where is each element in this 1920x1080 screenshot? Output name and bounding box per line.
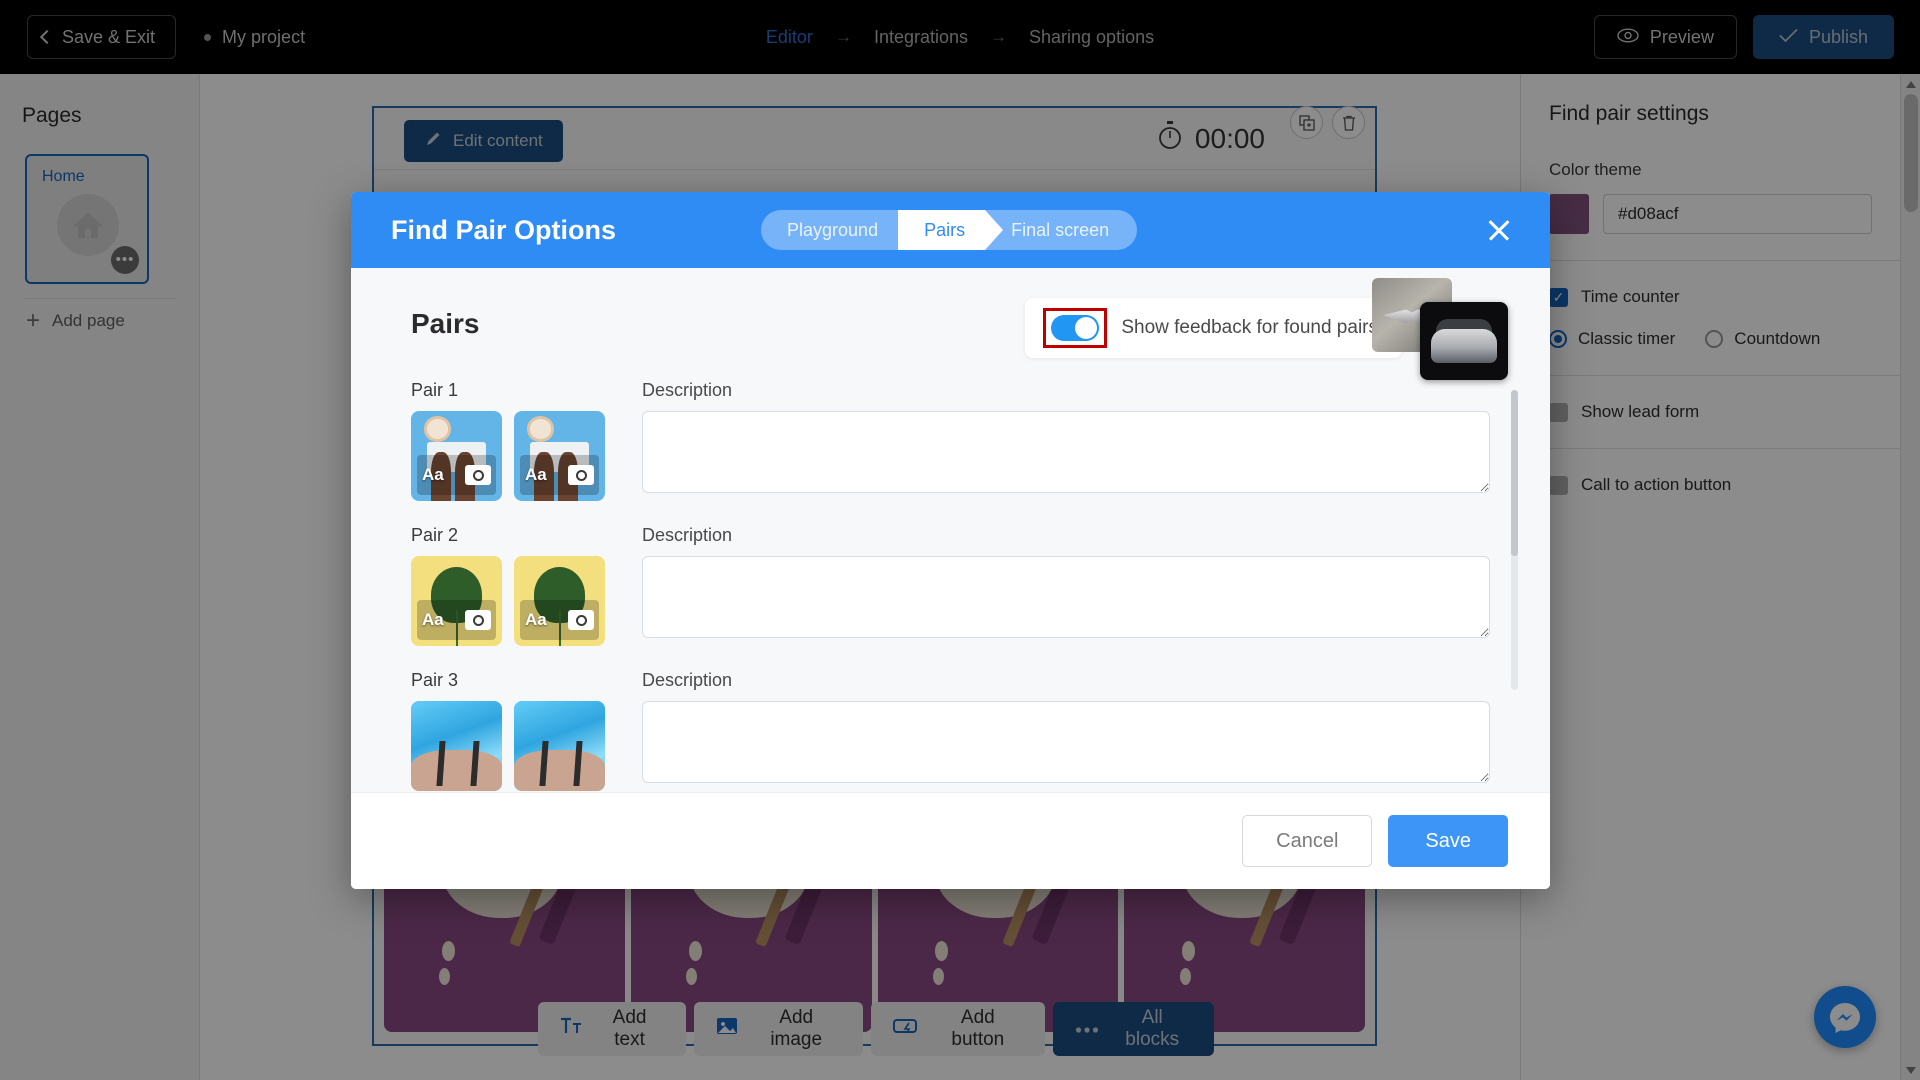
pairs-scrollbar-thumb[interactable] (1511, 390, 1518, 556)
pair-description-group: Description (642, 380, 1490, 501)
pairs-header: Pairs Show feedback for found pairs (351, 268, 1550, 380)
pair-label: Pair 1 (411, 380, 459, 400)
modal-step-final-screen[interactable]: Final screen (985, 210, 1138, 250)
text-badge[interactable]: Aa (525, 610, 547, 630)
pair-image-b[interactable]: Aa (514, 556, 605, 646)
pair-thumbs-group: Pair 3 (411, 670, 606, 791)
text-badge[interactable]: Aa (422, 610, 444, 630)
pair-thumbs-group: Pair 2 Aa Aa (411, 525, 606, 646)
pair-image-badges: Aa (520, 455, 599, 495)
modal-title: Find Pair Options (391, 214, 617, 245)
pair-description-group: Description (642, 525, 1490, 646)
pool-art (514, 701, 605, 791)
pair-image-badges: Aa (417, 455, 496, 495)
camera-icon[interactable] (568, 610, 594, 630)
modal-step-pairs[interactable]: Pairs (898, 210, 1004, 250)
toggle-knob (1075, 317, 1098, 339)
app-root: Save & Exit My project Editor → Integrat… (0, 0, 1920, 1080)
pair-images (411, 701, 606, 791)
show-feedback-toggle[interactable] (1051, 315, 1100, 341)
pair-image-a[interactable] (411, 701, 502, 791)
find-pair-options-modal: Find Pair Options Playground Pairs Final… (351, 192, 1550, 889)
pair-image-b[interactable] (514, 701, 605, 791)
text-badge[interactable]: Aa (422, 465, 444, 485)
feedback-toggle-group: Show feedback for found pairs (1025, 298, 1402, 358)
close-icon[interactable] (1484, 215, 1514, 245)
pairs-list: Pair 1 Aa Aa Description Pair 2 Aa Aa De… (351, 380, 1550, 792)
description-input[interactable] (642, 556, 1490, 638)
pair-images: Aa Aa (411, 556, 606, 646)
description-label: Description (642, 525, 733, 545)
modal-footer: Cancel Save (351, 792, 1550, 889)
modal-body: Pairs Show feedback for found pairs Pair… (351, 268, 1550, 792)
cancel-button[interactable]: Cancel (1242, 815, 1373, 867)
description-label: Description (642, 670, 733, 690)
pair-image-badges: Aa (520, 600, 599, 640)
modal-stepper: Playground Pairs Final screen (761, 210, 1138, 250)
pair-image-a[interactable]: Aa (411, 556, 502, 646)
pair-row: Pair 2 Aa Aa Description (411, 525, 1490, 646)
final-screen-thumbnails (1372, 278, 1522, 388)
pair-row: Pair 3 Description (411, 670, 1490, 791)
description-input[interactable] (642, 411, 1490, 493)
camera-icon[interactable] (465, 465, 491, 485)
pairs-section-title: Pairs (411, 308, 480, 339)
text-badge[interactable]: Aa (525, 465, 547, 485)
thumbnail-car[interactable] (1420, 302, 1508, 380)
pair-row: Pair 1 Aa Aa Description (411, 380, 1490, 501)
pair-image-a[interactable]: Aa (411, 411, 502, 501)
description-input[interactable] (642, 701, 1490, 783)
modal-step-playground[interactable]: Playground (761, 210, 917, 250)
pair-image-b[interactable]: Aa (514, 411, 605, 501)
camera-icon[interactable] (568, 465, 594, 485)
pair-thumbs-group: Pair 1 Aa Aa (411, 380, 606, 501)
pair-description-group: Description (642, 670, 1490, 791)
camera-icon[interactable] (465, 610, 491, 630)
pair-images: Aa Aa (411, 411, 606, 501)
modal-header: Find Pair Options Playground Pairs Final… (351, 192, 1550, 268)
description-label: Description (642, 380, 733, 400)
toggle-highlight-box (1043, 308, 1108, 348)
pair-image-badges: Aa (417, 600, 496, 640)
save-button[interactable]: Save (1388, 815, 1508, 867)
show-feedback-label: Show feedback for found pairs (1121, 317, 1378, 338)
car-art-body (1430, 328, 1498, 363)
pair-label: Pair 3 (411, 670, 459, 690)
pool-art (411, 701, 502, 791)
pair-label: Pair 2 (411, 525, 459, 545)
